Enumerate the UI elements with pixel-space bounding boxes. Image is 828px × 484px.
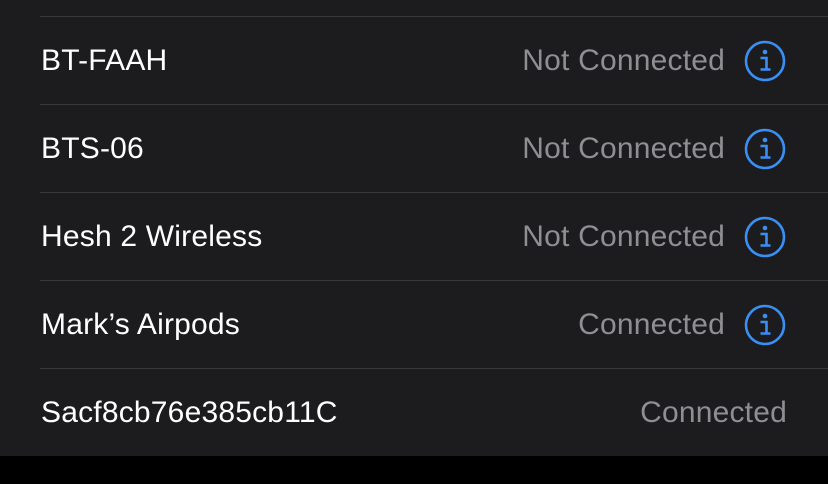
device-row-sacf8cb76e385cb11c[interactable]: Sacf8cb76e385cb11C Connected: [0, 369, 828, 456]
device-status: Not Connected: [522, 132, 725, 165]
device-status: Not Connected: [522, 44, 725, 77]
devices-group: BT-FAAH Not Connected BTS-06 Not Connect…: [0, 0, 828, 456]
device-name: Sacf8cb76e385cb11C: [41, 395, 338, 429]
bluetooth-devices-screen: BT-FAAH Not Connected BTS-06 Not Connect…: [0, 0, 828, 484]
info-icon[interactable]: [744, 304, 786, 346]
device-name: BTS-06: [41, 132, 144, 165]
info-icon[interactable]: [744, 128, 786, 170]
device-name: BT-FAAH: [41, 44, 168, 77]
device-row-hesh-2-wireless[interactable]: Hesh 2 Wireless Not Connected: [0, 193, 828, 281]
device-name: Mark’s Airpods: [41, 308, 240, 341]
device-row-bt-faah[interactable]: BT-FAAH Not Connected: [0, 17, 828, 105]
info-icon[interactable]: [744, 216, 786, 258]
info-icon[interactable]: [744, 40, 786, 82]
device-status: Not Connected: [522, 220, 725, 253]
device-list: BT-FAAH Not Connected BTS-06 Not Connect…: [0, 17, 828, 456]
device-status: Connected: [578, 308, 725, 341]
device-status: Connected: [640, 395, 787, 429]
device-row-bts-06[interactable]: BTS-06 Not Connected: [0, 105, 828, 193]
device-row-marks-airpods[interactable]: Mark’s Airpods Connected: [0, 281, 828, 369]
device-name: Hesh 2 Wireless: [41, 220, 263, 253]
